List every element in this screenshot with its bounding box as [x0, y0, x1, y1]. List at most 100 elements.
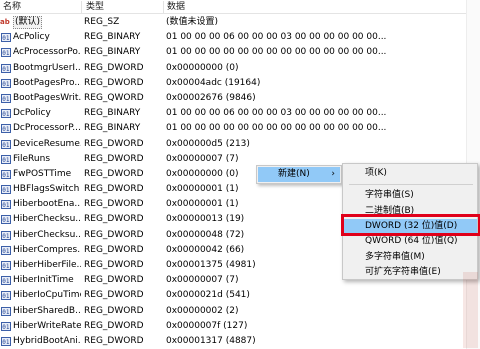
table-row[interactable]: 011BootmgrUserI...REG_DWORD 0x00000000 (0…	[0, 61, 480, 76]
string-value-icon: ab	[0, 18, 10, 26]
menu-separator	[349, 184, 473, 186]
value-name: HiberCompres...	[13, 244, 81, 255]
value-data: (数值未设置)	[166, 17, 219, 27]
value-type: REG_BINARY	[84, 47, 141, 58]
value-data: 01 00 00 00 06 00 00 00 03 00 00 00 00 0…	[166, 32, 387, 43]
submenu-item[interactable]: QWORD (64 位)值(Q)	[343, 234, 477, 249]
svg-text:011: 011	[2, 309, 11, 316]
value-type: REG_DWORD	[84, 153, 144, 164]
value-type: REG_DWORD	[84, 305, 144, 316]
svg-text:011: 011	[2, 217, 11, 224]
table-row[interactable]: 011BootPagesWrit...REG_QWORD 0x00002676 (…	[0, 91, 480, 106]
svg-text:011: 011	[2, 172, 11, 179]
svg-text:011: 011	[2, 202, 11, 209]
value-type: REG_DWORD	[84, 62, 144, 73]
binary-value-icon: 011	[1, 185, 11, 195]
value-data: 0x00001317 (4887)	[166, 335, 256, 346]
svg-text:011: 011	[2, 324, 11, 331]
value-name: AcProcessorPo...	[13, 47, 81, 58]
value-data: 01 00 00 00 06 00 00 00 03 00 00 00 00 0…	[166, 108, 387, 119]
header-type[interactable]: 类型	[86, 1, 104, 13]
value-type: REG_DWORD	[84, 320, 144, 331]
menu-item-new-label: 新建(N)	[278, 169, 310, 179]
table-row[interactable]: 011DcPolicy REG_BINARY 01 00 00 00 06 00 0…	[0, 106, 480, 121]
header-divider[interactable]	[163, 1, 164, 13]
table-row[interactable]: 011HiberIoCpuTimeREG_DWORD 0x0000021d (54…	[0, 288, 480, 303]
svg-text:011: 011	[2, 111, 11, 118]
header-divider[interactable]	[81, 1, 82, 13]
value-name: HiberWriteRate	[13, 320, 81, 331]
value-type: REG_DWORD	[84, 199, 144, 210]
table-row[interactable]: 011DeviceResume...REG_DWORD 0x000000d5 (2…	[0, 137, 480, 152]
svg-text:011: 011	[2, 293, 11, 300]
value-type: REG_DWORD	[84, 335, 144, 346]
submenu-item[interactable]: 可扩充字符串值(E)	[343, 265, 477, 280]
value-data: 0x00000002 (2)	[166, 305, 239, 316]
binary-value-icon: 011	[1, 48, 11, 58]
svg-text:011: 011	[2, 66, 11, 73]
value-type: REG_DWORD	[84, 138, 144, 149]
value-type: REG_DWORD	[84, 184, 144, 195]
svg-text:011: 011	[2, 50, 11, 57]
binary-value-icon: 011	[1, 93, 11, 103]
table-row[interactable]: 011HiberWriteRateREG_DWORD 0x0000007f (12…	[0, 319, 480, 334]
svg-text:011: 011	[2, 126, 11, 133]
value-type: REG_DWORD	[84, 229, 144, 240]
svg-text:011: 011	[2, 157, 11, 164]
value-name: BootmgrUserI...	[13, 62, 81, 73]
svg-text:011: 011	[2, 187, 11, 194]
value-data: 0x000000d5 (213)	[166, 138, 250, 149]
value-name: HybridBootAni...	[13, 335, 81, 346]
value-data: 0x0000021d (541)	[166, 290, 250, 301]
value-name: HiberIoCpuTime	[13, 290, 81, 301]
binary-value-icon: 011	[1, 169, 11, 179]
table-row[interactable]: 011BootPagesPro...REG_DWORD 0x00004adc (1…	[0, 76, 480, 91]
value-data: 0x00004adc (19164)	[166, 77, 261, 88]
table-row[interactable]: 011HybridBootAni...REG_DWORD 0x00001317 (…	[0, 334, 480, 349]
value-type: REG_DWORD	[84, 244, 144, 255]
binary-value-icon: 011	[1, 336, 11, 346]
value-type: REG_SZ	[84, 17, 120, 27]
value-name: HiberSharedB...	[13, 305, 81, 316]
value-data: 0x0000007f (127)	[166, 320, 248, 331]
submenu-item[interactable]: 字符串值(S)	[343, 188, 477, 203]
value-name: DeviceResume...	[13, 138, 81, 149]
svg-text:011: 011	[2, 142, 11, 149]
value-type: REG_BINARY	[84, 123, 141, 134]
header-data[interactable]: 数据	[167, 1, 185, 13]
table-row[interactable]: 011HiberSharedB...REG_DWORD 0x00000002 (2…	[0, 304, 480, 319]
highlight-callout-box	[341, 214, 480, 236]
svg-text:011: 011	[2, 35, 11, 42]
svg-text:011: 011	[2, 263, 11, 270]
table-row[interactable]: 011AcPolicy REG_BINARY 01 00 00 00 06 00 0…	[0, 30, 480, 45]
value-type: REG_BINARY	[84, 32, 141, 43]
value-name: DcProcessorP...	[13, 123, 81, 134]
header-name[interactable]: 名称	[3, 1, 21, 13]
value-type: REG_DWORD	[84, 77, 144, 88]
context-menu: 新建(N) ›	[256, 165, 342, 184]
table-row[interactable]: 011DcProcessorP...REG_BINARY 01 00 00 00 …	[0, 121, 480, 136]
value-name: HiberChecksu...	[13, 214, 81, 225]
binary-value-icon: 011	[1, 230, 11, 240]
value-name: HiberInitTime	[13, 275, 74, 286]
svg-text:011: 011	[2, 339, 11, 346]
binary-value-icon: 011	[1, 124, 11, 134]
value-name: HiberbootEna...	[13, 199, 81, 210]
value-type: REG_DWORD	[84, 168, 144, 179]
default-value-name: (默认)	[13, 16, 43, 29]
binary-value-icon: 011	[1, 291, 11, 301]
value-type: REG_DWORD	[84, 290, 144, 301]
table-row[interactable]: 011AcProcessorPo...REG_BINARY 01 00 00 00…	[0, 45, 480, 60]
submenu-item[interactable]: 多字符串值(M)	[343, 250, 477, 265]
binary-value-icon: 011	[1, 276, 11, 286]
binary-value-icon: 011	[1, 139, 11, 149]
binary-value-icon: 011	[1, 78, 11, 88]
binary-value-icon: 011	[1, 215, 11, 225]
value-data: 01 00 00 00 00 00 00 00 00 00 00 00 00 0…	[166, 47, 387, 58]
table-row[interactable]: ab (默认) REG_SZ (数值未设置)	[0, 15, 480, 30]
chevron-right-icon: ›	[331, 169, 335, 179]
binary-value-icon: 011	[1, 200, 11, 210]
menu-item-new[interactable]: 新建(N) ›	[258, 167, 340, 182]
submenu-item[interactable]: 项(K)	[343, 166, 477, 181]
value-type: REG_DWORD	[84, 275, 144, 286]
